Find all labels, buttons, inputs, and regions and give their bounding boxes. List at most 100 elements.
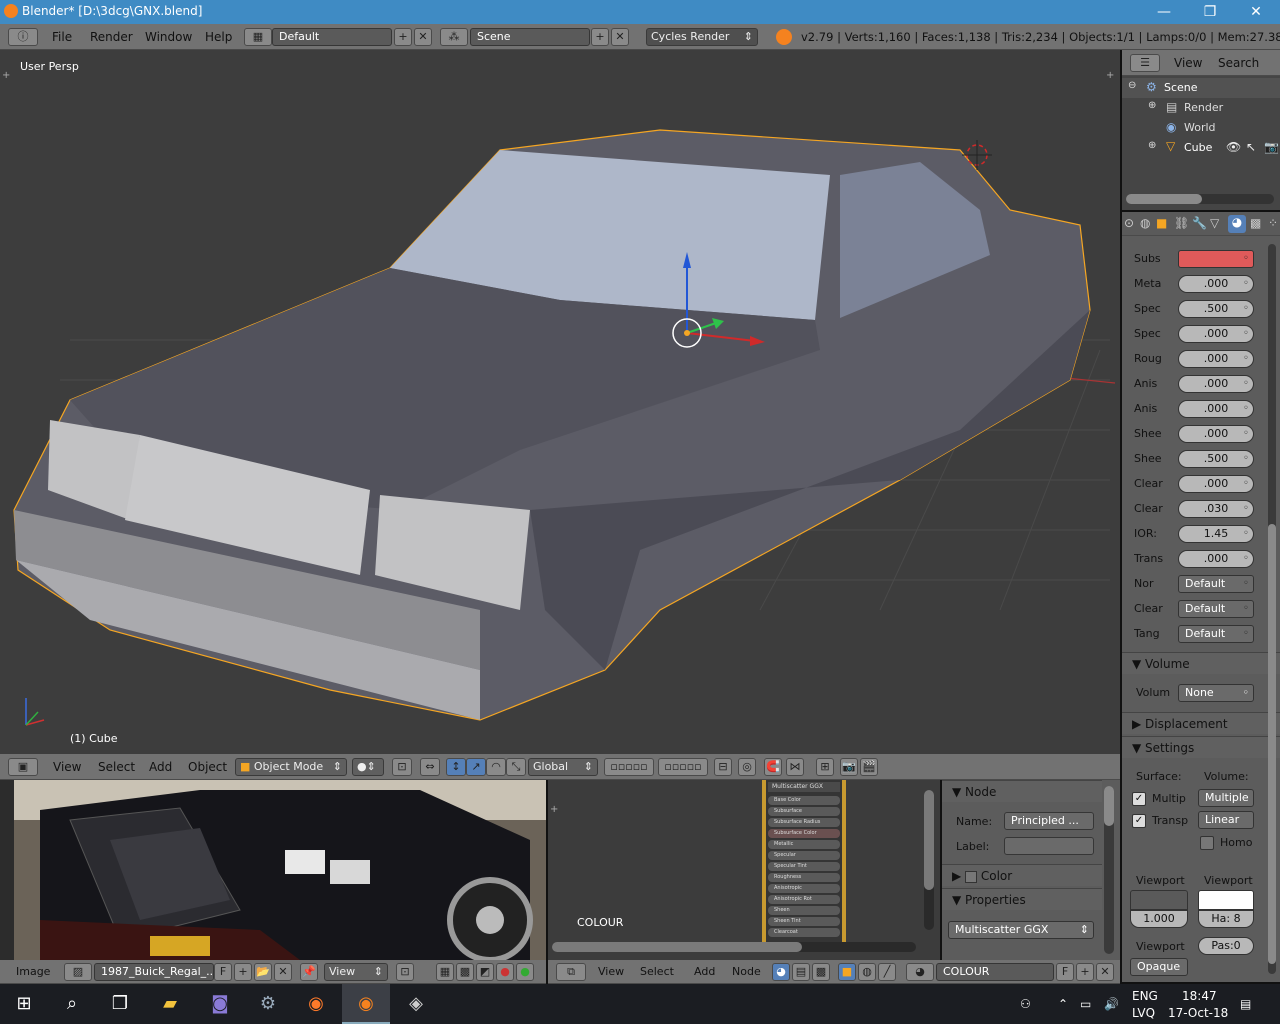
properties-scroll-thumb[interactable]: [1268, 524, 1276, 964]
particles-tab-icon[interactable]: ⁘: [1268, 216, 1278, 230]
area-corner-tl-icon[interactable]: +: [2, 70, 10, 81]
distribution-dropdown[interactable]: Multiscatter GGX ⇕: [948, 921, 1094, 939]
material-tab-icon[interactable]: ◕: [1228, 215, 1246, 233]
link-socket-icon[interactable]: ◦: [1238, 475, 1254, 493]
add-scene-icon[interactable]: +: [591, 28, 609, 46]
image-browse-icon[interactable]: ▨: [64, 963, 92, 981]
material-fake-user-button[interactable]: F: [1056, 963, 1074, 981]
unlink-image-icon[interactable]: ✕: [274, 963, 292, 981]
scene-field[interactable]: Scene: [470, 28, 590, 46]
texture-nodes-icon[interactable]: ▩: [812, 963, 830, 981]
screen-layout-icon[interactable]: ▦: [244, 28, 272, 46]
node-name-field[interactable]: Principled ...: [1004, 812, 1094, 830]
link-socket-icon[interactable]: ◦: [1238, 300, 1254, 318]
snap-target-icon[interactable]: ⊞: [816, 758, 834, 776]
area-corner-icon[interactable]: +: [550, 804, 558, 815]
add-image-icon[interactable]: +: [234, 963, 252, 981]
object-tab-icon[interactable]: ■: [1156, 216, 1167, 230]
node-editor[interactable]: + Multiscatter GGX Base Color Subsurface S…: [548, 780, 940, 960]
modifier-tab-icon[interactable]: 🔧: [1192, 216, 1207, 230]
render-anim-icon[interactable]: 🎬: [860, 758, 878, 776]
menu-object[interactable]: Object: [188, 758, 227, 776]
node-menu-view[interactable]: View: [598, 963, 624, 981]
link-socket-icon[interactable]: ◦: [1238, 350, 1254, 368]
image-editor[interactable]: [0, 780, 546, 960]
pass-index-field[interactable]: Pas:0: [1198, 937, 1254, 955]
outliner-menu-search[interactable]: Search: [1218, 54, 1259, 72]
transparent-shadows-checkbox[interactable]: ✓: [1132, 814, 1146, 828]
viewport-specular-swatch[interactable]: [1198, 890, 1254, 910]
mode-select[interactable]: ■ Object Mode ⇕: [235, 758, 347, 776]
properties-section-header[interactable]: ▼ Properties: [942, 888, 1102, 910]
screen-layout-field[interactable]: Default: [272, 28, 392, 46]
lock-layers-icon[interactable]: ⊟: [714, 758, 732, 776]
restore-button[interactable]: ❐: [1190, 1, 1230, 23]
remove-scene-icon[interactable]: ✕: [611, 28, 629, 46]
render-engine-select[interactable]: Cycles Render ⇕: [646, 28, 758, 46]
editor-type-outliner-icon[interactable]: ☰: [1130, 54, 1160, 72]
image-fake-user-button[interactable]: F: [214, 963, 232, 981]
scene-icon[interactable]: ⁂: [440, 28, 468, 46]
link-socket-icon[interactable]: ◦: [1238, 600, 1254, 618]
file-explorer-icon[interactable]: ▰: [146, 984, 194, 1024]
node-socket-row[interactable]: Subsurface Radius: [768, 818, 840, 827]
use-color-checkbox[interactable]: [965, 870, 978, 883]
link-socket-icon[interactable]: ◦: [1238, 375, 1254, 393]
constraints-tab-icon[interactable]: ⛓: [1174, 216, 1189, 230]
volume-interpolation-dropdown[interactable]: Linear: [1198, 811, 1254, 829]
menu-add[interactable]: Add: [149, 758, 172, 776]
view-mode-select[interactable]: View ⇕: [324, 963, 388, 981]
orientation-select[interactable]: Global ⇕: [528, 758, 598, 776]
displacement-section-header[interactable]: ▶ Displacement: [1122, 712, 1280, 734]
channel-rgb-icon[interactable]: ▦: [436, 963, 454, 981]
snap-element-icon[interactable]: ⋈: [786, 758, 804, 776]
menu-view[interactable]: View: [53, 758, 81, 776]
search-icon[interactable]: ⌕: [48, 984, 96, 1024]
node-socket-row[interactable]: Specular Tint: [768, 862, 840, 871]
outliner-row-world[interactable]: ◉ World: [1122, 118, 1280, 138]
principled-node[interactable]: Multiscatter GGX Base Color Subsurface Sub…: [766, 780, 842, 942]
pivot-icon[interactable]: ⊡: [392, 758, 412, 776]
node-section-header[interactable]: ▼ Node: [942, 780, 1102, 802]
properties-scroll-track[interactable]: [1268, 244, 1276, 974]
uv-snap-icon[interactable]: ⊡: [396, 963, 414, 981]
node-hscroll-thumb[interactable]: [552, 942, 802, 952]
blend-mode-dropdown[interactable]: Opaque: [1130, 958, 1188, 976]
object-shader-icon[interactable]: ■: [838, 963, 856, 981]
node-vscroll-thumb[interactable]: [924, 790, 934, 890]
node-menu-add[interactable]: Add: [694, 963, 715, 981]
snap-icon[interactable]: 🧲: [764, 758, 782, 776]
editor-type-node-icon[interactable]: ⧉: [556, 963, 586, 981]
node-socket-row[interactable]: Metallic: [768, 840, 840, 849]
renderability-icon[interactable]: 📷: [1264, 140, 1279, 154]
node-hscroll-track[interactable]: [552, 942, 916, 952]
node-socket-row[interactable]: Subsurface: [768, 807, 840, 816]
image-name-field[interactable]: 1987_Buick_Regal_...: [94, 963, 214, 981]
minimize-button[interactable]: —: [1144, 1, 1184, 23]
node-socket-row[interactable]: Anisotropic: [768, 884, 840, 893]
clock-time[interactable]: 18:47: [1182, 988, 1217, 1004]
viewport-hardness-field[interactable]: Ha: 8: [1198, 910, 1254, 928]
node-socket-row[interactable]: Specular: [768, 851, 840, 860]
image-menu[interactable]: Image: [16, 963, 50, 981]
volume-dropdown[interactable]: None ◦: [1178, 684, 1254, 702]
render-image-icon[interactable]: 📷: [840, 758, 858, 776]
language-bottom[interactable]: LVQ: [1132, 1005, 1155, 1021]
firefox-icon[interactable]: ◉: [292, 984, 340, 1024]
link-socket-icon[interactable]: ◦: [1238, 550, 1254, 568]
multiple-importance-checkbox[interactable]: ✓: [1132, 792, 1146, 806]
node-socket-row[interactable]: Subsurface Color: [768, 829, 840, 838]
channel-z-icon[interactable]: ◩: [476, 963, 494, 981]
shading-select[interactable]: ●⇕: [352, 758, 384, 776]
shader-nodes-icon[interactable]: ◕: [772, 963, 790, 981]
link-socket-icon[interactable]: ◦: [1238, 275, 1254, 293]
selectability-icon[interactable]: ↖: [1246, 140, 1256, 154]
link-socket-icon[interactable]: ◦: [1238, 525, 1254, 543]
game-app-icon[interactable]: ◈: [392, 984, 440, 1024]
outliner-hscroll-thumb[interactable]: [1126, 194, 1202, 204]
node-socket-row[interactable]: Sheen Tint: [768, 917, 840, 926]
node-socket-row[interactable]: Roughness: [768, 873, 840, 882]
settings-section-header[interactable]: ▼ Settings: [1122, 736, 1280, 758]
menu-render[interactable]: Render: [90, 28, 133, 46]
viewport-alpha-field[interactable]: 1.000: [1130, 910, 1188, 928]
